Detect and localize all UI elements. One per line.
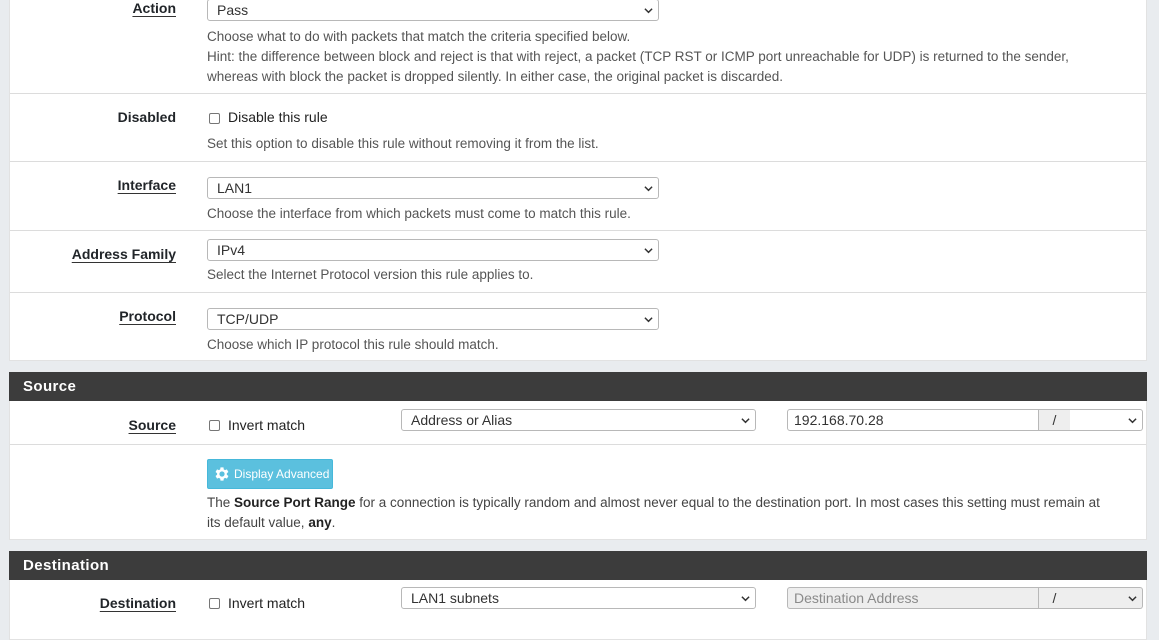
destination-invert-label[interactable]: Invert match [228,595,305,611]
rule-settings-panel: Action Pass Choose what to do with packe… [9,0,1147,361]
protocol-row: Protocol TCP/UDP Choose which IP protoco… [10,293,1146,362]
source-address-input[interactable]: 192.168.70.28 [787,409,1039,431]
source-port-help-line2-post: . [331,515,336,530]
address-family-help: Select the Internet Protocol version thi… [207,267,534,282]
action-select-value: Pass [217,2,249,18]
source-port-help-line2-pre: its default value, [207,515,309,530]
destination-panel: Destination Invert match LAN1 subnets De… [9,580,1147,640]
source-address-value: 192.168.70.28 [794,412,884,428]
source-section-header: Source [9,372,1147,401]
destination-type-select[interactable]: LAN1 subnets [401,587,756,609]
address-family-select-value: IPv4 [217,242,246,258]
source-advanced-row: Display Advanced The Source Port Range f… [10,445,1146,540]
interface-select-value: LAN1 [217,180,253,196]
display-advanced-label: Display Advanced [234,467,330,481]
chevron-down-icon [741,418,750,424]
disabled-row: Disabled Disable this rule Set this opti… [10,94,1146,162]
disable-rule-checkbox-label[interactable]: Disable this rule [228,109,328,125]
destination-address-placeholder: Destination Address [794,590,919,606]
address-family-select[interactable]: IPv4 [207,239,659,261]
source-mask-select[interactable] [1070,409,1143,431]
disable-rule-checkbox[interactable] [209,113,220,124]
address-family-row: Address Family IPv4 Select the Internet … [10,231,1146,293]
source-invert-label[interactable]: Invert match [228,417,305,433]
chevron-down-icon [1128,596,1137,602]
chevron-down-icon [644,8,653,14]
source-port-help-line-2: its default value, any. [207,513,335,533]
source-invert-checkbox[interactable] [209,420,220,431]
chevron-down-icon [741,596,750,602]
disabled-help: Set this option to disable this rule wit… [207,136,599,151]
source-port-help-line-1: The Source Port Range for a connection i… [207,493,1100,513]
action-select[interactable]: Pass [207,0,659,21]
interface-row: Interface LAN1 Choose the interface from… [10,162,1146,231]
action-help-2: Hint: the difference between block and r… [207,49,1069,64]
action-help-1: Choose what to do with packets that matc… [207,29,631,44]
destination-invert-checkbox[interactable] [209,598,220,609]
destination-mask-slash: / [1039,587,1071,609]
destination-address-input[interactable]: Destination Address [787,587,1039,609]
source-row: Source Invert match Address or Alias 192… [10,401,1146,445]
destination-mask-select[interactable] [1070,587,1143,609]
interface-help: Choose the interface from which packets … [207,206,631,221]
protocol-label[interactable]: Protocol [119,308,176,324]
source-type-value: Address or Alias [411,412,513,428]
destination-row: Destination Invert match LAN1 subnets De… [10,580,1146,624]
source-label[interactable]: Source [129,417,176,433]
disabled-label: Disabled [117,109,176,125]
chevron-down-icon [644,317,653,323]
interface-select[interactable]: LAN1 [207,177,659,199]
source-mask-slash: / [1039,409,1071,431]
destination-type-value: LAN1 subnets [411,590,499,606]
action-row: Action Pass Choose what to do with packe… [10,0,1146,94]
gear-icon [215,467,229,481]
action-help-3: whereas with block the packet is dropped… [207,69,784,84]
protocol-help: Choose which IP protocol this rule shoul… [207,337,499,352]
source-type-select[interactable]: Address or Alias [401,409,756,431]
chevron-down-icon [644,248,653,254]
address-family-label[interactable]: Address Family [72,246,176,262]
protocol-select[interactable]: TCP/UDP [207,308,659,330]
chevron-down-icon [1128,418,1137,424]
destination-section-header: Destination [9,551,1147,580]
source-port-help-pre: The [207,495,235,510]
display-advanced-button[interactable]: Display Advanced [207,459,333,489]
destination-label[interactable]: Destination [100,595,176,611]
source-panel: Source Invert match Address or Alias 192… [9,401,1147,540]
source-port-range-term: Source Port Range [234,495,356,510]
chevron-down-icon [644,186,653,192]
source-port-any-term: any [308,515,332,530]
interface-label[interactable]: Interface [118,177,176,193]
protocol-select-value: TCP/UDP [217,311,279,327]
action-label[interactable]: Action [132,0,176,16]
source-port-help-mid: for a connection is typically random and… [355,495,1100,510]
